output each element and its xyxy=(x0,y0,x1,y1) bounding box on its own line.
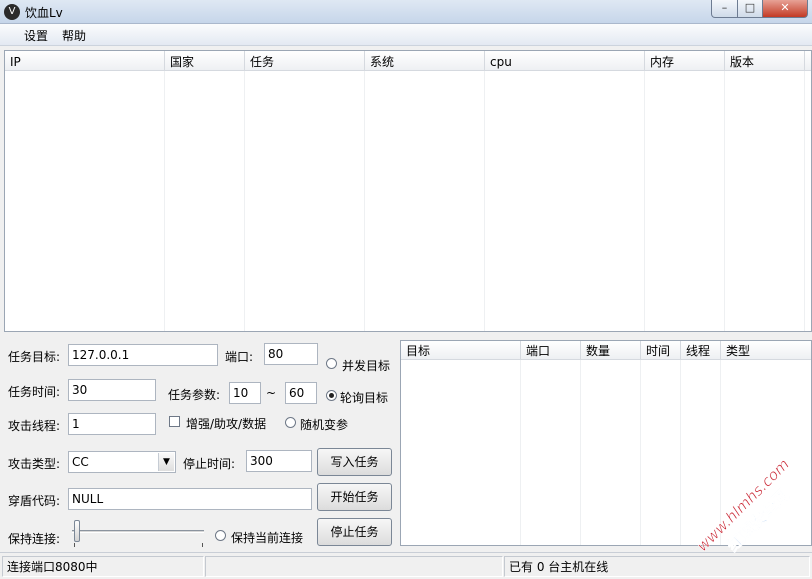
column-divider xyxy=(804,71,805,331)
write-task-button[interactable]: 写入任务 xyxy=(317,448,392,476)
param-max-input[interactable]: 60 xyxy=(285,382,317,404)
random-params-radio[interactable] xyxy=(285,417,296,428)
chevron-down-icon[interactable]: ▼ xyxy=(158,453,174,471)
column-header-task[interactable]: 任务 xyxy=(245,51,365,71)
attack-type-label: 攻击类型: xyxy=(8,457,61,471)
concurrent-target-radio[interactable] xyxy=(326,358,337,369)
column-header-cpu[interactable]: cpu xyxy=(485,51,645,71)
round-robin-target-label: 轮询目标 xyxy=(340,391,389,405)
column-header-count[interactable]: 数量 xyxy=(581,341,641,360)
param-min-input[interactable]: 10 xyxy=(229,382,261,404)
column-divider xyxy=(164,71,165,331)
column-header-ip[interactable]: IP xyxy=(5,51,165,71)
column-divider xyxy=(520,360,521,545)
start-task-button[interactable]: 开始任务 xyxy=(317,483,392,511)
task-list-header: 目标 端口 数量 时间 线程 类型 xyxy=(401,341,811,360)
slider-tick xyxy=(74,543,75,547)
column-header-target[interactable]: 目标 xyxy=(401,341,521,360)
maximize-button[interactable]: □ xyxy=(737,0,763,18)
param-separator: ~ xyxy=(266,386,277,400)
slider-tick xyxy=(202,543,203,547)
close-button[interactable]: ✕ xyxy=(762,0,808,18)
concurrent-target-label: 并发目标 xyxy=(342,359,391,373)
column-divider xyxy=(724,71,725,331)
keep-current-connection-radio[interactable] xyxy=(215,530,226,541)
column-divider xyxy=(580,360,581,545)
column-header-type[interactable]: 类型 xyxy=(721,341,811,360)
column-divider xyxy=(364,71,365,331)
menu-item-help[interactable]: 帮助 xyxy=(62,27,86,44)
round-robin-target-radio[interactable] xyxy=(326,390,337,401)
enhance-label: 增强/助攻/数据 xyxy=(186,417,267,431)
window-title: 饮血Lv xyxy=(25,6,63,20)
column-header-system[interactable]: 系统 xyxy=(365,51,485,71)
app-icon: V xyxy=(4,4,20,20)
port-label: 端口: xyxy=(225,350,254,364)
target-label: 任务目标: xyxy=(8,350,61,364)
port-input[interactable]: 80 xyxy=(264,343,318,365)
shield-code-input[interactable]: NULL xyxy=(68,488,312,510)
status-bar: 连接端口8080中 已有 0 台主机在线 xyxy=(0,552,812,579)
keepalive-slider-thumb[interactable] xyxy=(74,520,80,542)
keepalive-slider-track[interactable] xyxy=(72,530,204,533)
duration-input[interactable]: 30 xyxy=(68,379,156,401)
threads-label: 攻击线程: xyxy=(8,419,61,433)
host-list[interactable]: IP 国家 任务 系统 cpu 内存 版本 xyxy=(4,50,812,332)
threads-input[interactable]: 1 xyxy=(68,413,156,435)
stop-time-input[interactable]: 300 xyxy=(246,450,312,472)
column-header-version[interactable]: 版本 xyxy=(725,51,805,71)
shield-code-label: 穿盾代码: xyxy=(8,494,61,508)
random-params-label: 随机变参 xyxy=(300,418,349,432)
column-header-port[interactable]: 端口 xyxy=(521,341,581,360)
duration-label: 任务时间: xyxy=(8,385,61,399)
keep-current-connection-label: 保持当前连接 xyxy=(231,531,304,545)
column-divider xyxy=(640,360,641,545)
column-divider xyxy=(484,71,485,331)
column-header-threads[interactable]: 线程 xyxy=(681,341,721,360)
attack-type-select[interactable]: CC ▼ xyxy=(68,451,176,473)
keepalive-label: 保持连接: xyxy=(8,532,61,546)
column-header-time[interactable]: 时间 xyxy=(641,341,681,360)
column-divider xyxy=(720,360,721,545)
stop-time-label: 停止时间: xyxy=(183,457,236,471)
status-listen-port: 连接端口8080中 xyxy=(2,556,204,577)
column-header-country[interactable]: 国家 xyxy=(165,51,245,71)
menu-item-settings[interactable]: 设置 xyxy=(24,27,48,44)
status-middle xyxy=(205,556,503,577)
column-divider xyxy=(244,71,245,331)
host-list-header: IP 国家 任务 系统 cpu 内存 版本 xyxy=(5,51,811,71)
task-list[interactable]: 目标 端口 数量 时间 线程 类型 xyxy=(400,340,812,546)
target-input[interactable]: 127.0.0.1 xyxy=(68,344,218,366)
params-label: 任务参数: xyxy=(168,388,221,402)
menu-bar: 设置 帮助 xyxy=(0,24,812,46)
column-header-memory[interactable]: 内存 xyxy=(645,51,725,71)
status-online-hosts: 已有 0 台主机在线 xyxy=(504,556,810,577)
stop-task-button[interactable]: 停止任务 xyxy=(317,518,392,546)
attack-type-value: CC xyxy=(72,455,89,469)
enhance-checkbox[interactable] xyxy=(169,416,180,427)
minimize-button[interactable]: – xyxy=(711,0,738,18)
title-bar: V 饮血Lv – □ ✕ xyxy=(0,0,812,24)
column-divider xyxy=(680,360,681,545)
column-divider xyxy=(644,71,645,331)
